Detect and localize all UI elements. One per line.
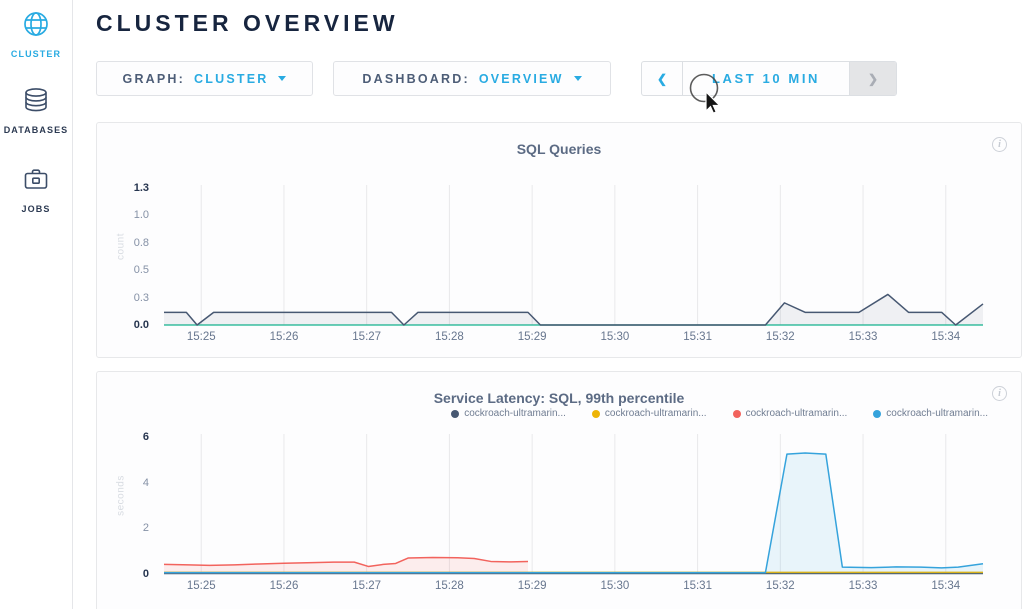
x-tick-label: 15:32 bbox=[752, 580, 808, 592]
x-tick-label: 15:26 bbox=[256, 580, 312, 592]
series-line-node-4-latency bbox=[164, 453, 983, 573]
x-tick-label: 15:26 bbox=[256, 331, 312, 343]
y-tick-label: 2 bbox=[103, 521, 149, 535]
chart-title: SQL Queries bbox=[97, 141, 1021, 157]
database-icon bbox=[22, 86, 50, 119]
x-tick-label: 15:32 bbox=[752, 331, 808, 343]
series-area-node-4-latency bbox=[164, 453, 983, 574]
x-tick-label: 15:29 bbox=[504, 331, 560, 343]
info-icon[interactable]: i bbox=[992, 386, 1007, 401]
x-tick-label: 15:25 bbox=[173, 331, 229, 343]
x-tick-label: 15:27 bbox=[339, 580, 395, 592]
series-area-sql-queries bbox=[164, 294, 983, 325]
legend-label: cockroach-ultramarin... bbox=[886, 408, 988, 419]
x-tick-label: 15:27 bbox=[339, 331, 395, 343]
x-tick-label: 15:33 bbox=[835, 331, 891, 343]
x-tick-label: 15:31 bbox=[670, 580, 726, 592]
x-tick-label: 15:29 bbox=[504, 580, 560, 592]
dashboard-dropdown[interactable]: DASHBOARD: OVERVIEW bbox=[333, 61, 611, 96]
sidebar-item-label: JOBS bbox=[0, 204, 72, 214]
sidebar-item-jobs[interactable]: JOBS bbox=[0, 165, 72, 214]
dashboard-dropdown-value: OVERVIEW bbox=[479, 72, 564, 86]
y-tick-label: 0.5 bbox=[103, 263, 149, 277]
legend-label: cockroach-ultramarin... bbox=[464, 408, 566, 419]
x-tick-label: 15:25 bbox=[173, 580, 229, 592]
app-window: CLUSTER DATABASES JOBS bbox=[0, 0, 1032, 609]
legend-label: cockroach-ultramarin... bbox=[746, 408, 848, 419]
legend-dot-icon bbox=[873, 410, 881, 418]
chart-title: Service Latency: SQL, 99th percentile bbox=[97, 390, 1021, 406]
chart-card-sql-queries: SQL Queries i count 1.31.00.80.50.30.0 1… bbox=[96, 122, 1022, 358]
chevron-left-icon: ❮ bbox=[657, 72, 667, 86]
y-tick-label: 4 bbox=[103, 476, 149, 490]
legend-label: cockroach-ultramarin... bbox=[605, 408, 707, 419]
y-tick-label: 0.8 bbox=[103, 236, 149, 250]
legend-dot-icon bbox=[451, 410, 459, 418]
globe-icon bbox=[22, 10, 50, 43]
legend-item[interactable]: cockroach-ultramarin... bbox=[733, 408, 848, 419]
x-tick-label: 15:31 bbox=[670, 331, 726, 343]
time-range-prev-button[interactable]: ❮ bbox=[642, 62, 683, 95]
y-tick-label: 0 bbox=[103, 567, 149, 581]
time-range-value[interactable]: LAST 10 MIN bbox=[683, 62, 849, 95]
y-tick-label: 6 bbox=[103, 430, 149, 444]
briefcase-icon bbox=[22, 165, 50, 198]
dashboard-dropdown-label: DASHBOARD: bbox=[362, 72, 469, 86]
chart-legend: cockroach-ultramarin... cockroach-ultrama… bbox=[451, 408, 988, 419]
x-tick-label: 15:30 bbox=[587, 580, 643, 592]
legend-dot-icon bbox=[733, 410, 741, 418]
sidebar-item-cluster[interactable]: CLUSTER bbox=[0, 10, 72, 59]
x-tick-label: 15:34 bbox=[918, 331, 974, 343]
info-icon[interactable]: i bbox=[992, 137, 1007, 152]
y-tick-label: 1.0 bbox=[103, 208, 149, 222]
legend-item[interactable]: cockroach-ultramarin... bbox=[592, 408, 707, 419]
chevron-down-icon bbox=[574, 76, 582, 81]
legend-dot-icon bbox=[592, 410, 600, 418]
sidebar-item-databases[interactable]: DATABASES bbox=[0, 86, 72, 135]
y-tick-label: 0.3 bbox=[103, 291, 149, 305]
legend-item[interactable]: cockroach-ultramarin... bbox=[451, 408, 566, 419]
legend-item[interactable]: cockroach-ultramarin... bbox=[873, 408, 988, 419]
graph-dropdown[interactable]: GRAPH: CLUSTER bbox=[96, 61, 313, 96]
sql-queries-plot[interactable] bbox=[156, 185, 1016, 333]
sidebar-item-label: DATABASES bbox=[0, 125, 72, 135]
sidebar-item-label: CLUSTER bbox=[0, 49, 72, 59]
time-range-selector: ❮ LAST 10 MIN ❯ bbox=[641, 61, 897, 96]
y-tick-label: 0.0 bbox=[103, 318, 149, 332]
page-title: CLUSTER OVERVIEW bbox=[96, 10, 399, 37]
chart-card-service-latency: Service Latency: SQL, 99th percentile i … bbox=[96, 371, 1022, 609]
x-tick-label: 15:34 bbox=[918, 580, 974, 592]
x-tick-label: 15:28 bbox=[421, 331, 477, 343]
y-tick-label: 1.3 bbox=[103, 181, 149, 195]
graph-dropdown-label: GRAPH: bbox=[123, 72, 186, 86]
sidebar: CLUSTER DATABASES JOBS bbox=[0, 0, 73, 609]
x-tick-label: 15:33 bbox=[835, 580, 891, 592]
chevron-down-icon bbox=[278, 76, 286, 81]
chevron-right-icon: ❯ bbox=[868, 72, 878, 86]
graph-dropdown-value: CLUSTER bbox=[194, 72, 268, 86]
time-range-next-button[interactable]: ❯ bbox=[849, 62, 896, 95]
x-tick-label: 15:28 bbox=[421, 580, 477, 592]
service-latency-plot[interactable] bbox=[156, 434, 1016, 582]
x-tick-label: 15:30 bbox=[587, 331, 643, 343]
